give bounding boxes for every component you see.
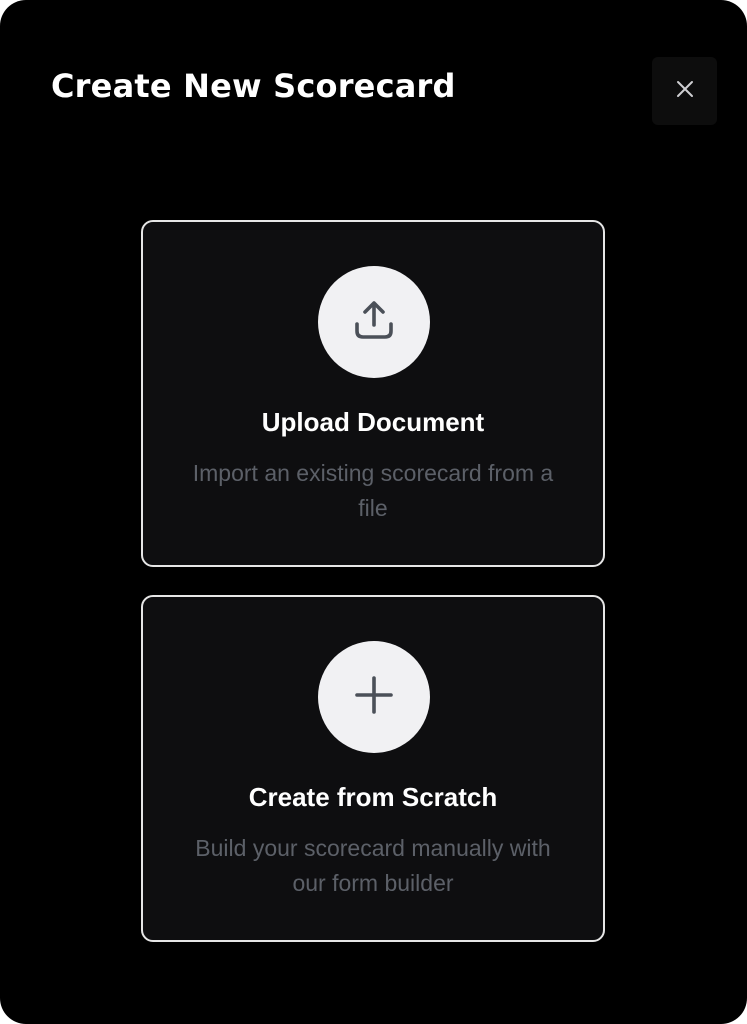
plus-icon-circle (318, 641, 430, 753)
upload-icon (348, 294, 400, 351)
plus-icon (350, 671, 398, 724)
create-from-scratch-title: Create from Scratch (248, 782, 498, 812)
create-from-scratch-description: Build your scorecard manually with our f… (195, 835, 551, 896)
close-button[interactable] (652, 57, 717, 125)
close-icon (675, 79, 695, 104)
upload-document-description: Import an existing scorecard from a file (192, 460, 554, 521)
create-scorecard-dialog: Create New Scorecard Upload Document Imp… (0, 0, 747, 1024)
upload-document-option[interactable]: Upload Document Import an existing score… (141, 220, 605, 567)
upload-icon-circle (318, 266, 430, 378)
dialog-title: Create New Scorecard (51, 67, 456, 105)
upload-document-title: Upload Document (261, 407, 485, 437)
create-from-scratch-option[interactable]: Create from Scratch Build your scorecard… (141, 595, 605, 942)
